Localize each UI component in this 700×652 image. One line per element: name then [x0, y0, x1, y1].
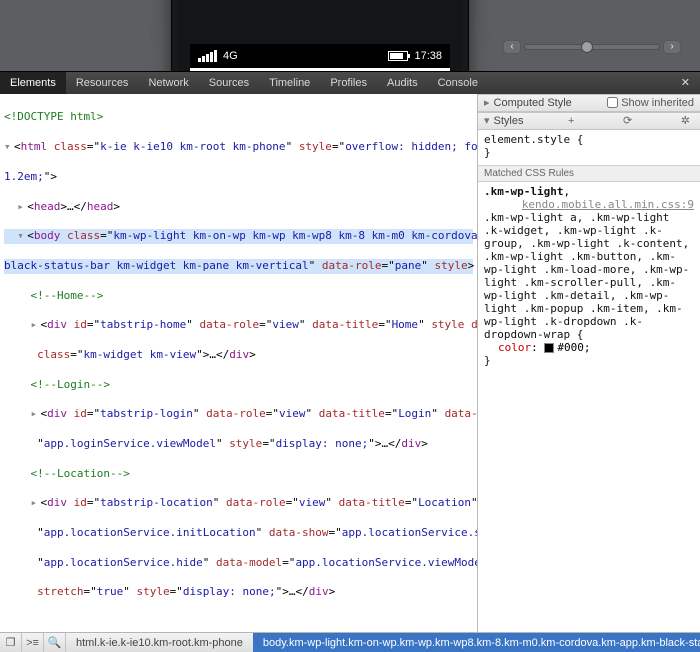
simulator-area: 4G 17:38 Home flat Welcome! Telerik AppB… — [0, 0, 700, 71]
tab-profiles[interactable]: Profiles — [320, 72, 377, 94]
breadcrumb-item[interactable]: html.k-ie.k-ie10.km-root.km-phone — [66, 633, 253, 652]
matched-rule-block[interactable]: .km-wp-light, kendo.mobile.all.min.css:9… — [478, 182, 700, 373]
console-drawer-icon[interactable]: >≡ — [22, 633, 44, 652]
dom-node[interactable]: ▸<div id="tabstrip-login" data-role="vie… — [4, 407, 473, 422]
device-screen: 4G 17:38 Home flat Welcome! Telerik AppB… — [190, 44, 450, 71]
dom-node[interactable]: <!--Home--> — [4, 289, 473, 304]
breadcrumb: html.k-ie.k-ie10.km-root.km-phone body.k… — [66, 633, 700, 652]
signal-icon — [198, 50, 217, 62]
zoom-in-button[interactable]: › — [663, 40, 681, 54]
dom-tree[interactable]: <!DOCTYPE html> ▾<html class="k-ie k-ie1… — [0, 94, 478, 632]
zoom-thumb[interactable] — [581, 41, 593, 53]
zoom-slider[interactable]: ‹ › — [500, 37, 684, 57]
dom-doctype[interactable]: <!DOCTYPE html> — [4, 110, 103, 123]
dom-node[interactable]: <!--Login--> — [4, 378, 473, 393]
styles-header[interactable]: ▾Styles + ⟳ ✲ — [478, 112, 700, 130]
device-frame: 4G 17:38 Home flat Welcome! Telerik AppB… — [172, 0, 468, 71]
gear-icon[interactable]: ✲ — [677, 114, 694, 127]
network-label: 4G — [223, 50, 238, 62]
new-style-icon[interactable]: + — [564, 115, 578, 127]
dom-node[interactable]: ▸<div id="tabstrip-location" data-role="… — [4, 496, 473, 511]
dom-node[interactable]: ▸<div id="tabstrip-home" data-role="view… — [4, 318, 473, 333]
toggle-state-icon[interactable]: ⟳ — [619, 114, 636, 127]
dom-node-selected[interactable]: ▾<body class="km-wp-light km-on-wp km-wp… — [4, 229, 473, 244]
computed-style-header[interactable]: ▸Computed Style Show inherited — [478, 94, 700, 112]
show-inherited-toggle[interactable]: Show inherited — [607, 97, 694, 109]
tab-sources[interactable]: Sources — [199, 72, 259, 94]
breadcrumb-item-active[interactable]: body.km-wp-light.km-on-wp.km-wp.km-wp8.k… — [253, 633, 700, 652]
devtools-tabbar: Elements Resources Network Sources Timel… — [0, 72, 700, 94]
dom-node[interactable]: <!--Location--> — [4, 467, 473, 482]
inspect-icon[interactable]: 🔍 — [44, 633, 66, 652]
zoom-out-button[interactable]: ‹ — [503, 40, 521, 54]
devtools-footer: ❐ >≡ 🔍 html.k-ie.k-ie10.km-root.km-phone… — [0, 632, 700, 652]
dom-node[interactable]: ▸<head>…</head> — [4, 200, 473, 215]
tab-audits[interactable]: Audits — [377, 72, 428, 94]
computed-style-label: Computed Style — [494, 97, 572, 109]
app-header: Home — [190, 68, 450, 71]
dock-icon[interactable]: ❐ — [0, 633, 22, 652]
devtools-panel: Elements Resources Network Sources Timel… — [0, 71, 700, 652]
tab-network[interactable]: Network — [138, 72, 198, 94]
styles-sidebar: ▸Computed Style Show inherited ▾Styles +… — [478, 94, 700, 632]
devtools-close-icon[interactable]: ✕ — [671, 72, 700, 94]
tab-elements[interactable]: Elements — [0, 72, 66, 94]
rule-source-link[interactable]: kendo.mobile.all.min.css:9 — [522, 198, 694, 211]
clock-label: 17:38 — [414, 50, 442, 62]
styles-label: Styles — [494, 115, 524, 127]
tab-console[interactable]: Console — [428, 72, 488, 94]
tab-resources[interactable]: Resources — [66, 72, 139, 94]
color-swatch-icon[interactable] — [544, 343, 554, 353]
zoom-track[interactable] — [524, 44, 660, 50]
dom-node[interactable]: ▾<html class="k-ie k-ie10 km-root km-pho… — [4, 140, 473, 155]
matched-rules-header: Matched CSS Rules — [478, 165, 700, 182]
status-bar: 4G 17:38 — [190, 44, 450, 68]
tab-timeline[interactable]: Timeline — [259, 72, 320, 94]
battery-icon — [388, 51, 408, 61]
element-style-block[interactable]: element.style { } — [478, 130, 700, 165]
